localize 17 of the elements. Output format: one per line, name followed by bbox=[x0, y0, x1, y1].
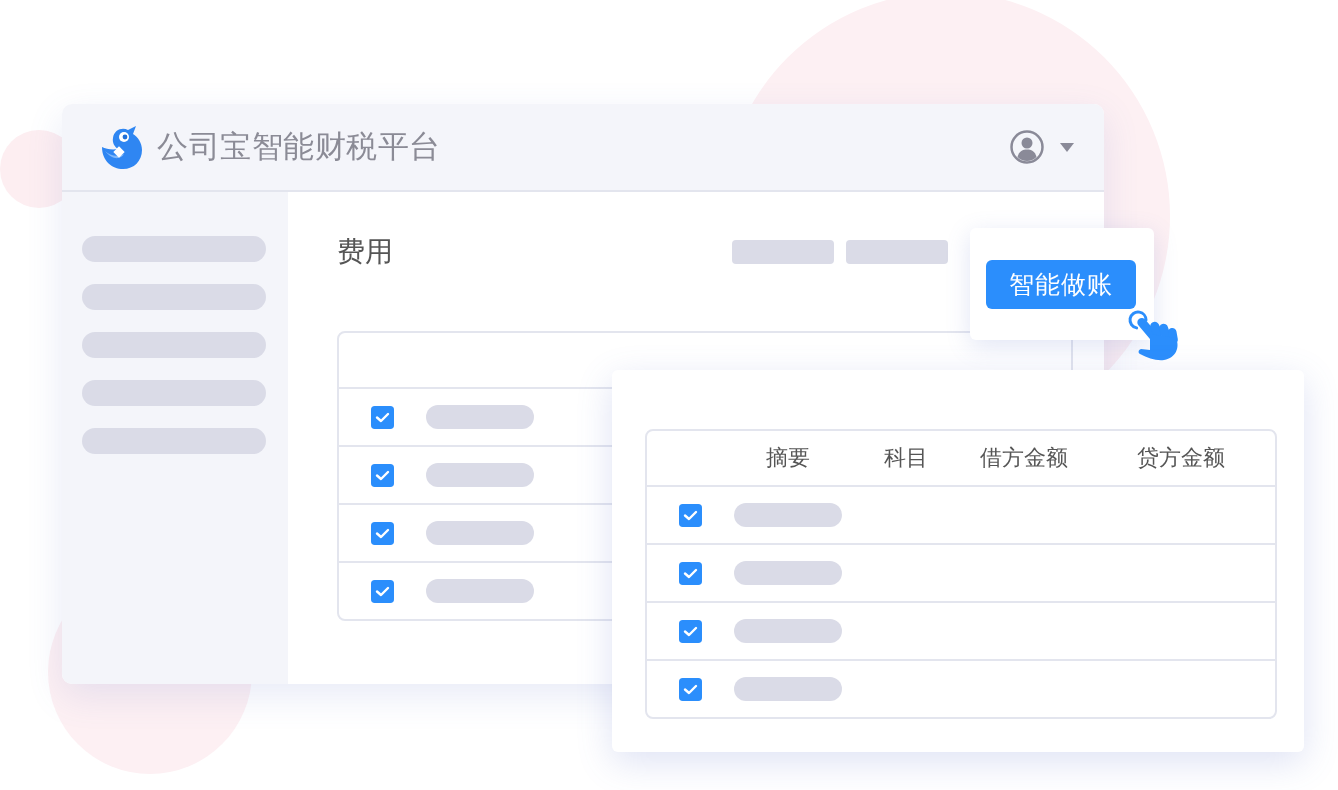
checkbox[interactable] bbox=[371, 521, 394, 545]
app-title: 公司宝智能财税平台 bbox=[157, 127, 441, 166]
checkbox[interactable] bbox=[371, 405, 394, 429]
column-header: 摘要 bbox=[766, 444, 810, 472]
checkbox[interactable] bbox=[371, 463, 394, 487]
checkbox[interactable] bbox=[371, 579, 394, 603]
smart-bookkeeping-button[interactable]: 智能做账 bbox=[986, 260, 1136, 309]
column-header: 借方金额 bbox=[980, 444, 1068, 472]
checkbox[interactable] bbox=[679, 619, 702, 643]
column-header: 科目 bbox=[884, 444, 928, 472]
column-header: 贷方金额 bbox=[1137, 444, 1225, 472]
user-avatar-icon[interactable] bbox=[1010, 130, 1044, 164]
caret-down-icon[interactable] bbox=[1060, 142, 1074, 152]
checkbox[interactable] bbox=[679, 561, 702, 585]
checkbox[interactable] bbox=[679, 503, 702, 527]
checkbox[interactable] bbox=[679, 677, 702, 701]
page-title: 费用 bbox=[337, 234, 393, 270]
